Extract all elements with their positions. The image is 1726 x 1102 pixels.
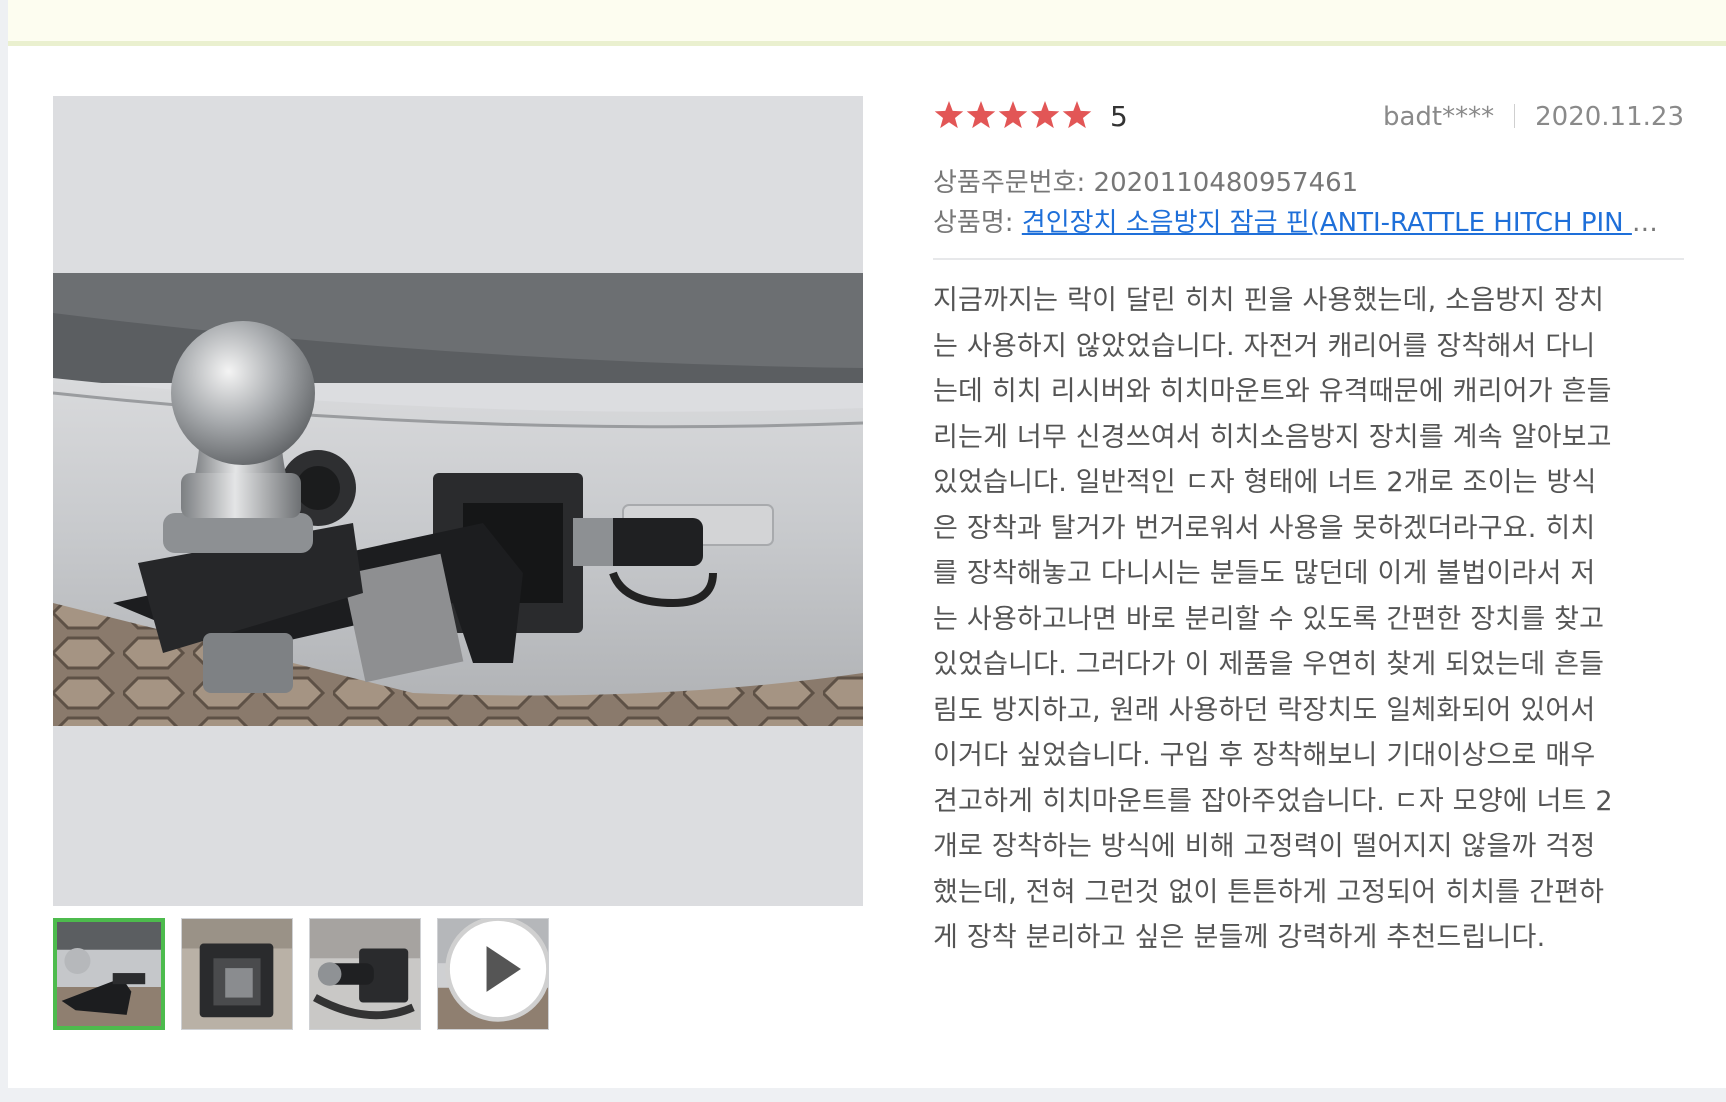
review-text-line: 있었습니다. 일반적인 ㄷ자 형태에 너트 2개로 조이는 방식 (933, 467, 1597, 498)
divider (933, 258, 1684, 260)
review-text-line: 개로 장착하는 방식에 비해 고정력이 떨어지지 않을까 걱정 (933, 831, 1596, 862)
left-rail (0, 0, 8, 1102)
thumbnail-2[interactable] (181, 918, 293, 1030)
rating-value: 5 (1110, 100, 1128, 133)
product-name-link[interactable]: 견인장치 소음방지 잠금 핀(ANTI-RATTLE HITCH PIN (1022, 208, 1632, 238)
review-date: 2020.11.23 (1535, 102, 1684, 132)
review-text-line: 지금까지는 락이 달린 히치 핀을 사용했는데, 소음방지 장치 (933, 285, 1605, 316)
photo-thumbnails (53, 918, 653, 1034)
star-icon (934, 101, 964, 129)
review-text-line: 리는게 너무 신경쓰여서 히치소음방지 장치를 계속 알아보고 (933, 421, 1612, 453)
thumbnail-3[interactable] (309, 918, 421, 1030)
review-info: 5 badt**** 2020.11.23 상품주문번호: 20201104809… (933, 96, 1684, 961)
rating-row: 5 badt**** 2020.11.23 (933, 96, 1684, 142)
review-meta: badt**** 2020.11.23 (1383, 102, 1684, 132)
thumbnail-1[interactable] (53, 918, 165, 1030)
product-name-label: 상품명: (933, 208, 1014, 238)
star-rating (933, 100, 1093, 132)
star-icon (998, 101, 1028, 129)
review-text-line: 는 사용하지 않았었습니다. 자전거 캐리어를 장착해서 다니 (933, 330, 1596, 362)
review-text-line: 림도 방지하고, 원래 사용하던 락장치도 일체화되어 있어서 (933, 694, 1596, 726)
order-number-label: 상품주문번호: (933, 168, 1086, 198)
reviewer-id: badt**** (1382, 102, 1495, 132)
star-icon (1062, 101, 1092, 129)
review-main-photo (53, 273, 863, 726)
product-name-row: 상품명: 견인장치 소음방지 잠금 핀(ANTI-RATTLE HITCH PI… (933, 202, 1684, 246)
star-icon (1030, 101, 1060, 129)
product-name-ellipsis: … (1631, 208, 1658, 238)
review-photo-viewer[interactable] (53, 96, 863, 906)
bottom-strip (0, 1088, 1726, 1102)
review-text-line: 게 장착 분리하고 싶은 분들께 강력하게 추천드립니다. (933, 922, 1546, 953)
review-text-line: 있었습니다. 그러다가 이 제품을 우연히 찾게 되었는데 흔들 (933, 649, 1605, 680)
meta-separator (1514, 104, 1516, 128)
review-text-line: 는 사용하고나면 바로 분리할 수 있도록 간편한 장치를 찾고 (933, 603, 1605, 635)
review-text-line: 를 장착해놓고 다니시는 분들도 많던데 이게 불법이라서 저 (933, 558, 1596, 589)
thumbnail-4-video[interactable] (437, 918, 549, 1030)
play-icon (445, 919, 548, 1022)
review-text: 지금까지는 락이 달린 히치 핀을 사용했는데, 소음방지 장치는 사용하지 않… (933, 278, 1684, 961)
order-number-value: 2020110480957461 (1093, 168, 1359, 198)
top-banner (0, 0, 1726, 46)
review-text-line: 견고하게 히치마운트를 잡아주었습니다. ㄷ자 모양에 너트 2 (933, 785, 1613, 817)
review-text-line: 는데 히치 리시버와 히치마운트와 유격때문에 캐리어가 흔들 (933, 376, 1612, 407)
star-icon (966, 101, 996, 129)
review-text-line: 했는데, 전혀 그런것 없이 튼튼하게 고정되어 히치를 간편하 (933, 876, 1605, 908)
review-text-line: 은 장착과 탈거가 번거로워서 사용을 못하겠더라구요. 히치 (933, 512, 1596, 544)
order-number-row: 상품주문번호: 2020110480957461 (933, 162, 1684, 202)
review-text-line: 이거다 싶었습니다. 구입 후 장착해보니 기대이상으로 매우 (933, 740, 1596, 771)
